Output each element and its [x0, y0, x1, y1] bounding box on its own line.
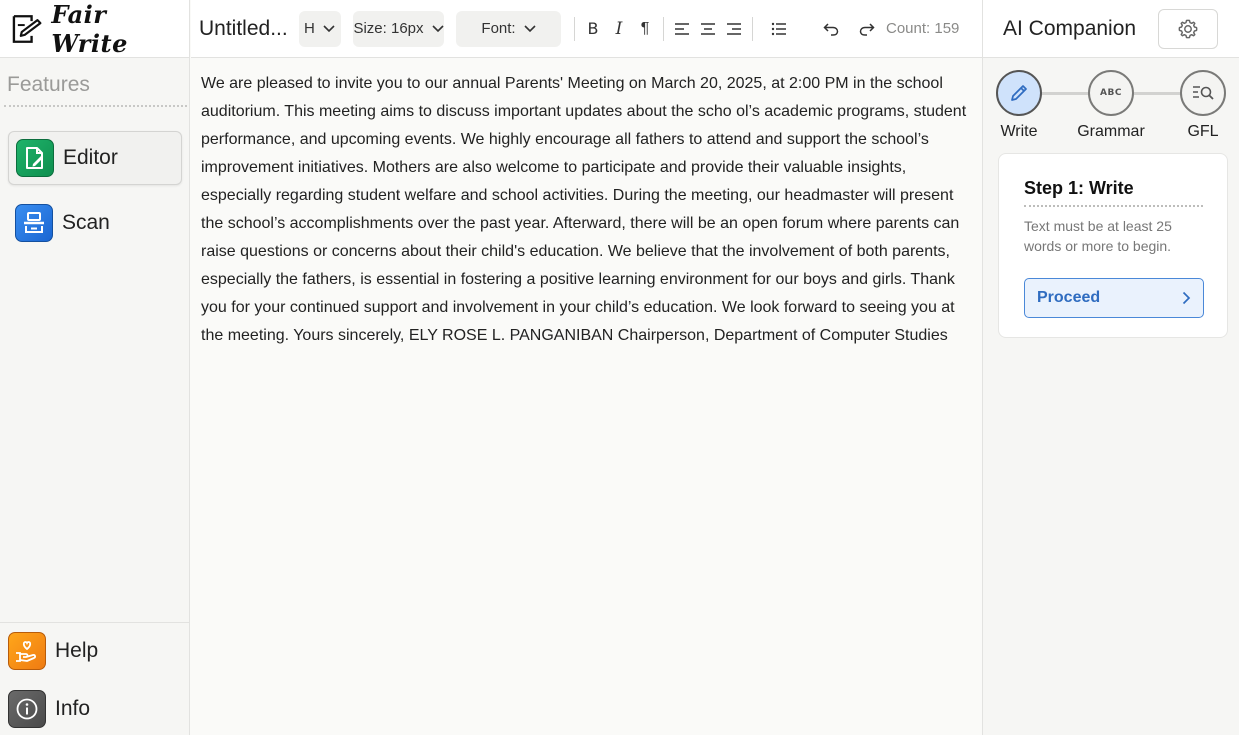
abc-icon: ABC [1100, 88, 1122, 98]
editor-area[interactable]: We are pleased to invite you to our annu… [191, 58, 982, 735]
step-gfl[interactable]: GFL [1179, 70, 1227, 141]
bold-icon: B [587, 19, 599, 38]
brand[interactable]: Fair Write [0, 0, 189, 58]
bold-button[interactable]: B [580, 15, 606, 43]
brand-name: Fair Write [51, 0, 128, 58]
align-center-button[interactable] [695, 15, 721, 43]
features-heading: Features [4, 58, 187, 107]
sidebar-item-info[interactable]: Info [8, 690, 90, 728]
italic-button[interactable]: I [606, 15, 632, 43]
scanner-icon [15, 204, 53, 242]
pencil-icon [1011, 85, 1027, 101]
step-card: Step 1: Write Text must be at least 25 w… [998, 153, 1228, 338]
search-list-icon [1193, 86, 1214, 100]
redo-icon [859, 22, 875, 36]
step-label: GFL [1187, 123, 1219, 140]
toolbar-divider [574, 16, 575, 41]
font-family-value: Font: [481, 20, 516, 37]
align-center-icon [701, 22, 715, 35]
step-circle [996, 70, 1042, 116]
align-left-button[interactable] [669, 15, 695, 43]
step-grammar[interactable]: ABC Grammar [1077, 70, 1145, 141]
step-circle [1180, 70, 1226, 116]
step-label: Grammar [1077, 123, 1145, 140]
card-title: Step 1: Write [1024, 178, 1203, 207]
align-right-button[interactable] [721, 15, 747, 43]
panel-title: AI Companion [1003, 16, 1137, 40]
italic-icon: I [615, 18, 623, 39]
settings-button[interactable] [1158, 8, 1218, 49]
chevron-down-icon [431, 24, 444, 32]
card-description: Text must be at least 25 words or more t… [1024, 218, 1172, 254]
ai-companion-panel: AI Companion Write ABC Grammar GFL Step … [982, 0, 1239, 735]
sidebar-item-label: Help [55, 639, 99, 662]
chevron-down-icon [524, 24, 536, 32]
proceed-label: Proceed [1037, 289, 1101, 306]
document-title[interactable]: Untitled... [199, 17, 297, 41]
sidebar: Fair Write Features Editor Scan Help Inf… [0, 0, 190, 735]
toolbar-divider [752, 16, 753, 41]
paragraph-button[interactable]: ¶ [632, 15, 658, 43]
paragraph-icon: ¶ [640, 19, 650, 37]
chevron-right-icon [1182, 291, 1191, 305]
step-circle: ABC [1088, 70, 1134, 116]
undo-icon [823, 22, 839, 36]
heading-select-value: H [304, 20, 315, 37]
logo-icon [12, 14, 42, 43]
sidebar-bottom: Help Info [0, 622, 190, 735]
sidebar-item-label: Editor [63, 146, 118, 169]
list-button[interactable] [766, 15, 792, 43]
align-right-icon [727, 22, 741, 35]
undo-button[interactable] [818, 15, 844, 43]
bullet-list-icon [771, 22, 786, 35]
hand-heart-icon [8, 632, 46, 670]
toolbar-divider [663, 16, 664, 41]
panel-header: AI Companion [983, 0, 1239, 58]
font-family-select[interactable]: Font: [456, 10, 561, 47]
sidebar-item-editor[interactable]: Editor [8, 131, 182, 185]
step-write[interactable]: Write [995, 70, 1043, 141]
proceed-button[interactable]: Proceed [1024, 278, 1204, 318]
word-count: Count: 159 [886, 20, 960, 37]
step-progress: Write ABC Grammar GFL [983, 58, 1239, 148]
step-label: Write [1000, 123, 1038, 140]
editor-toolbar: Untitled... H Size: 16px Font: B I ¶ Cou… [191, 0, 982, 58]
gear-icon [1178, 19, 1198, 38]
font-size-value: Size: 16px [353, 20, 424, 37]
font-size-select[interactable]: Size: 16px [353, 10, 444, 47]
editor-content[interactable]: We are pleased to invite you to our annu… [201, 70, 972, 350]
redo-button[interactable] [854, 15, 880, 43]
align-left-icon [675, 22, 689, 35]
sidebar-item-help[interactable]: Help [8, 632, 98, 670]
chevron-down-icon [323, 24, 335, 32]
sidebar-item-label: Scan [62, 211, 110, 234]
sidebar-item-label: Info [55, 697, 91, 720]
info-icon [8, 690, 46, 728]
sidebar-item-scan[interactable]: Scan [8, 196, 182, 250]
document-edit-icon [16, 139, 54, 177]
heading-select[interactable]: H [299, 10, 341, 47]
